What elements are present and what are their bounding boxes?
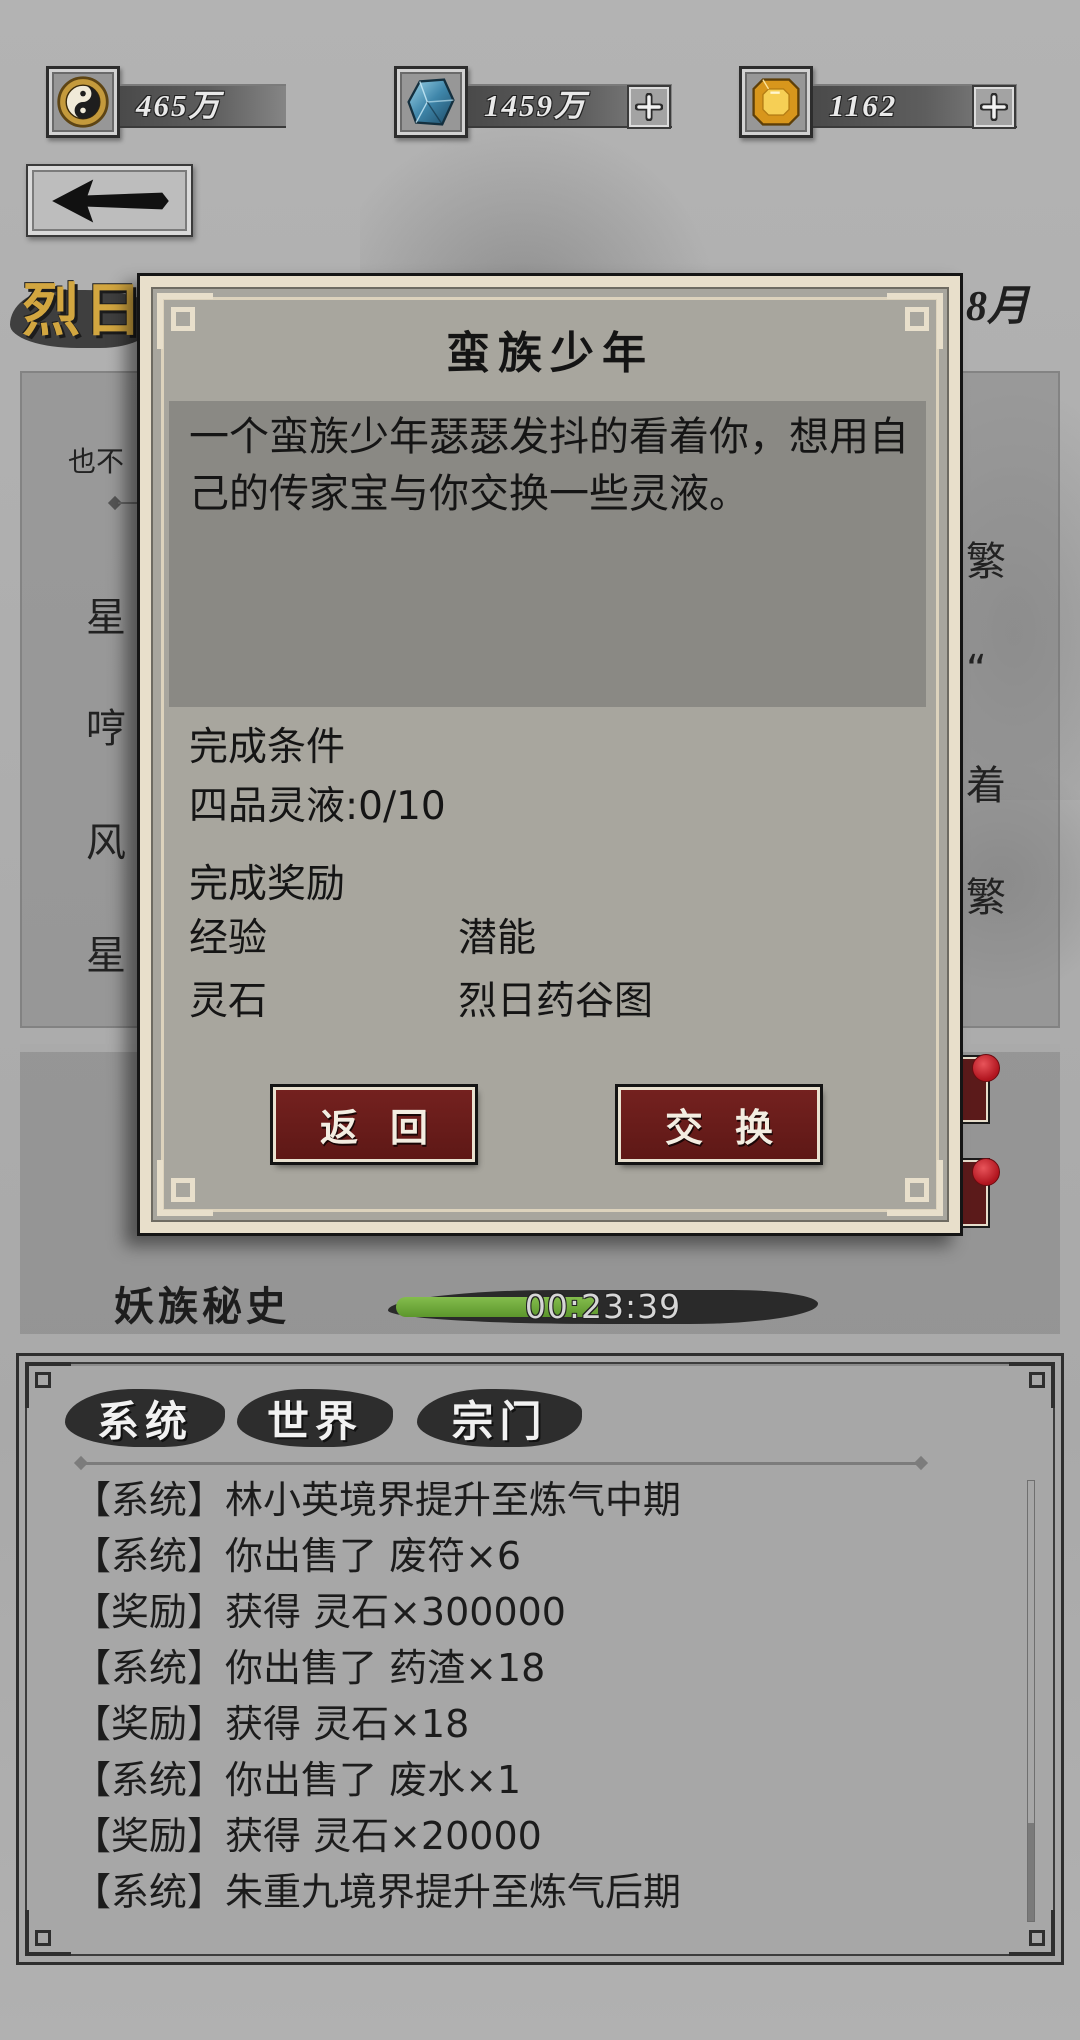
event-item-fragment[interactable]: 星 — [86, 933, 126, 979]
event-text-fragment: 繁 — [966, 539, 1006, 585]
secret-history-timer: 00:23:39 — [524, 1287, 682, 1326]
crystal-slot — [394, 66, 468, 138]
notification-dot — [972, 1054, 1000, 1082]
reward-item: 灵石 — [189, 979, 268, 1024]
corner-ornament — [887, 1160, 943, 1216]
corner-ornament — [25, 1910, 71, 1956]
gold-gem-icon — [752, 78, 800, 126]
reward-heading: 完成奖励 — [189, 862, 346, 907]
chat-message: 【系统】朱重九境界提升至炼气后期 — [73, 1870, 682, 1914]
crystal-value: 1459万 — [484, 88, 587, 123]
notification-dot — [972, 1158, 1000, 1186]
dialog-title: 蛮族少年 — [446, 329, 654, 378]
event-dialog: 蛮族少年 一个蛮族少年瑟瑟发抖的看着你，想用自己的传家宝与你交换一些灵液。 完成… — [137, 273, 963, 1236]
chat-message: 【奖励】获得 灵石×20000 — [73, 1814, 542, 1858]
back-button[interactable] — [26, 164, 193, 237]
event-text-fragment: 繁 — [966, 875, 1006, 921]
add-crystal-button[interactable] — [629, 87, 669, 127]
divider-diamond — [73, 1455, 89, 1471]
condition-requirement: 四品灵液:0/10 — [189, 784, 446, 829]
event-text-fragment: 也不 — [68, 445, 125, 478]
chat-panel: 系统 世界 宗门 【系统】林小英境界提升至炼气中期 【系统】你出售了 废符×6 … — [16, 1353, 1064, 1965]
corner-ornament — [157, 1160, 213, 1216]
chat-message: 【系统】你出售了 药渣×18 — [73, 1646, 546, 1690]
chat-divider — [73, 1455, 929, 1471]
divider-diamond — [913, 1455, 929, 1471]
condition-heading: 完成条件 — [189, 725, 346, 770]
left-arrow-icon — [51, 179, 169, 222]
gold-gem-value: 1162 — [829, 88, 898, 123]
chat-message: 【系统】你出售了 废符×6 — [73, 1534, 522, 1578]
tab-world[interactable]: 世界 — [237, 1389, 393, 1447]
crystal-counter: 1459万 — [468, 84, 672, 128]
chat-message: 【系统】你出售了 废水×1 — [73, 1758, 522, 1802]
blue-crystal-icon — [407, 78, 455, 126]
exchange-button[interactable]: 交换 — [618, 1087, 820, 1162]
dialog-description: 一个蛮族少年瑟瑟发抖的看着你，想用自己的传家宝与你交换一些灵液。 — [189, 414, 909, 517]
plus-icon — [635, 93, 663, 121]
date-label: 8月 — [966, 284, 1030, 330]
gold-gem-counter: 1162 — [813, 84, 1017, 128]
reward-item: 烈日药谷图 — [458, 979, 654, 1024]
return-button-label: 返回 — [319, 1108, 460, 1150]
return-button[interactable]: 返回 — [273, 1087, 475, 1162]
chat-message: 【奖励】获得 灵石×300000 — [73, 1590, 566, 1634]
spirit-coin-value: 465万 — [136, 88, 222, 123]
secret-history-label: 妖族秘史 — [114, 1284, 290, 1329]
plus-icon — [980, 93, 1008, 121]
yin-yang-coin-icon — [57, 76, 109, 128]
exchange-button-label: 交换 — [664, 1108, 805, 1150]
event-text-fragment: 着 — [966, 763, 1006, 809]
corner-ornament — [25, 1362, 71, 1408]
corner-ornament — [1009, 1362, 1055, 1408]
tab-system-label: 系统 — [96, 1399, 193, 1446]
reward-item: 潜能 — [458, 916, 537, 961]
game-screen: 465万 1459万 1162 烈日 8月 也不 星 哼 风 星 繁 “ 着 繁… — [0, 0, 1080, 2040]
area-title: 烈日 — [22, 278, 147, 343]
chat-scrollbar-thumb[interactable] — [1028, 1823, 1034, 1921]
spirit-coin-counter: 465万 — [120, 84, 286, 128]
dialog-description-box: 一个蛮族少年瑟瑟发抖的看着你，想用自己的传家宝与你交换一些灵液。 — [169, 401, 926, 707]
add-gold-gem-button[interactable] — [974, 87, 1014, 127]
event-item-fragment[interactable]: 星 — [86, 595, 126, 641]
gold-gem-slot — [739, 66, 813, 138]
reward-item: 经验 — [189, 916, 268, 961]
spirit-coin-slot — [46, 66, 120, 138]
chat-message: 【奖励】获得 灵石×18 — [73, 1702, 470, 1746]
chat-scrollbar[interactable] — [1027, 1480, 1035, 1922]
chat-message: 【系统】林小英境界提升至炼气中期 — [73, 1478, 682, 1522]
event-item-fragment[interactable]: 哼 — [86, 706, 126, 752]
event-item-fragment[interactable]: 风 — [86, 820, 126, 866]
tab-sect-label: 宗门 — [451, 1399, 548, 1446]
tab-world-label: 世界 — [266, 1399, 363, 1446]
secret-history-progress-bar: 00:23:39 — [388, 1290, 818, 1324]
tab-sect[interactable]: 宗门 — [417, 1389, 582, 1447]
tab-system[interactable]: 系统 — [65, 1389, 225, 1447]
event-text-fragment: “ — [966, 647, 987, 693]
